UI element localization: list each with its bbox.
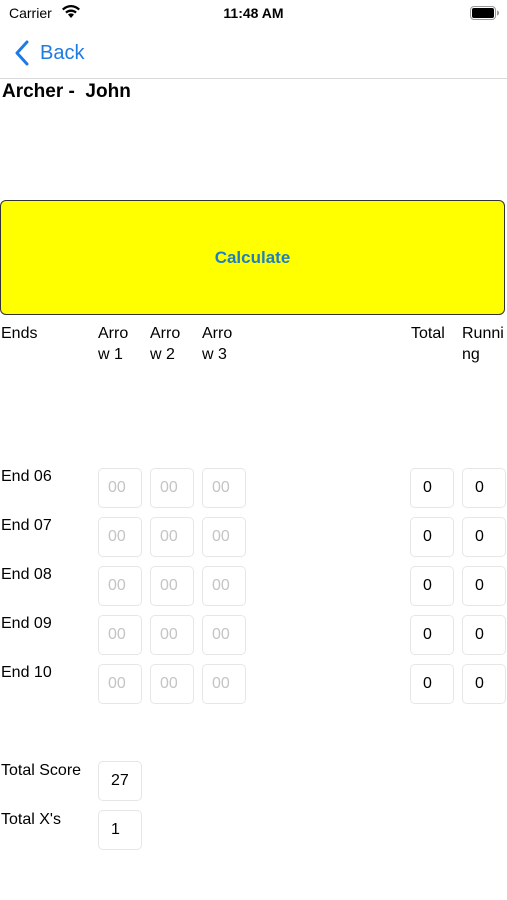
end-label-07: End 07 <box>1 517 52 534</box>
end-07-arrow-1-input[interactable]: 00 <box>98 517 142 557</box>
back-button[interactable]: Back <box>14 38 84 68</box>
battery-icon <box>470 6 499 20</box>
archer-title: Archer - John <box>2 81 131 102</box>
end-label-08: End 08 <box>1 566 52 583</box>
end-08-arrow-2-input[interactable]: 00 <box>150 566 194 606</box>
total-score-field[interactable]: 27 <box>98 761 142 801</box>
header-arrow-1: Arrow 1 <box>98 325 129 363</box>
header-arrow-3: Arrow 3 <box>202 325 233 363</box>
end-06-arrow-3-input[interactable]: 00 <box>202 468 246 508</box>
end-06-running-field[interactable]: 0 <box>462 468 506 508</box>
header-running: Running <box>462 325 504 363</box>
back-label: Back <box>40 41 85 64</box>
end-09-arrow-2-input[interactable]: 00 <box>150 615 194 655</box>
end-07-arrow-2-input[interactable]: 00 <box>150 517 194 557</box>
end-10-arrow-1-input[interactable]: 00 <box>98 664 142 704</box>
end-09-arrow-3-input[interactable]: 00 <box>202 615 246 655</box>
status-time: 11:48 AM <box>223 5 284 21</box>
end-10-total-field[interactable]: 0 <box>410 664 454 704</box>
header-total: Total <box>411 325 445 342</box>
calculate-button[interactable]: Calculate <box>0 200 505 315</box>
header-arrow-2: Arrow 2 <box>150 325 181 363</box>
end-07-arrow-3-input[interactable]: 00 <box>202 517 246 557</box>
end-09-running-field[interactable]: 0 <box>462 615 506 655</box>
end-10-arrow-3-input[interactable]: 00 <box>202 664 246 704</box>
calculate-label: Calculate <box>214 247 291 267</box>
end-06-arrow-2-input[interactable]: 00 <box>150 468 194 508</box>
header-ends: Ends <box>1 325 38 342</box>
end-07-running-field[interactable]: 0 <box>462 517 506 557</box>
end-10-running-field[interactable]: 0 <box>462 664 506 704</box>
total-score-label: Total Score <box>1 762 82 779</box>
end-08-arrow-1-input[interactable]: 00 <box>98 566 142 606</box>
end-09-arrow-1-input[interactable]: 00 <box>98 615 142 655</box>
end-06-total-field[interactable]: 0 <box>410 468 454 508</box>
end-08-total-field[interactable]: 0 <box>410 566 454 606</box>
total-x-label: Total X's <box>1 811 61 828</box>
end-10-arrow-2-input[interactable]: 00 <box>150 664 194 704</box>
end-08-running-field[interactable]: 0 <box>462 566 506 606</box>
end-label-10: End 10 <box>1 664 52 681</box>
end-label-06: End 06 <box>1 468 52 485</box>
end-07-total-field[interactable]: 0 <box>410 517 454 557</box>
end-08-arrow-3-input[interactable]: 00 <box>202 566 246 606</box>
end-06-arrow-1-input[interactable]: 00 <box>98 468 142 508</box>
total-x-field[interactable]: 1 <box>98 810 142 850</box>
nav-divider <box>0 78 507 79</box>
chevron-left-icon <box>15 40 29 66</box>
end-label-09: End 09 <box>1 615 52 632</box>
end-09-total-field[interactable]: 0 <box>410 615 454 655</box>
